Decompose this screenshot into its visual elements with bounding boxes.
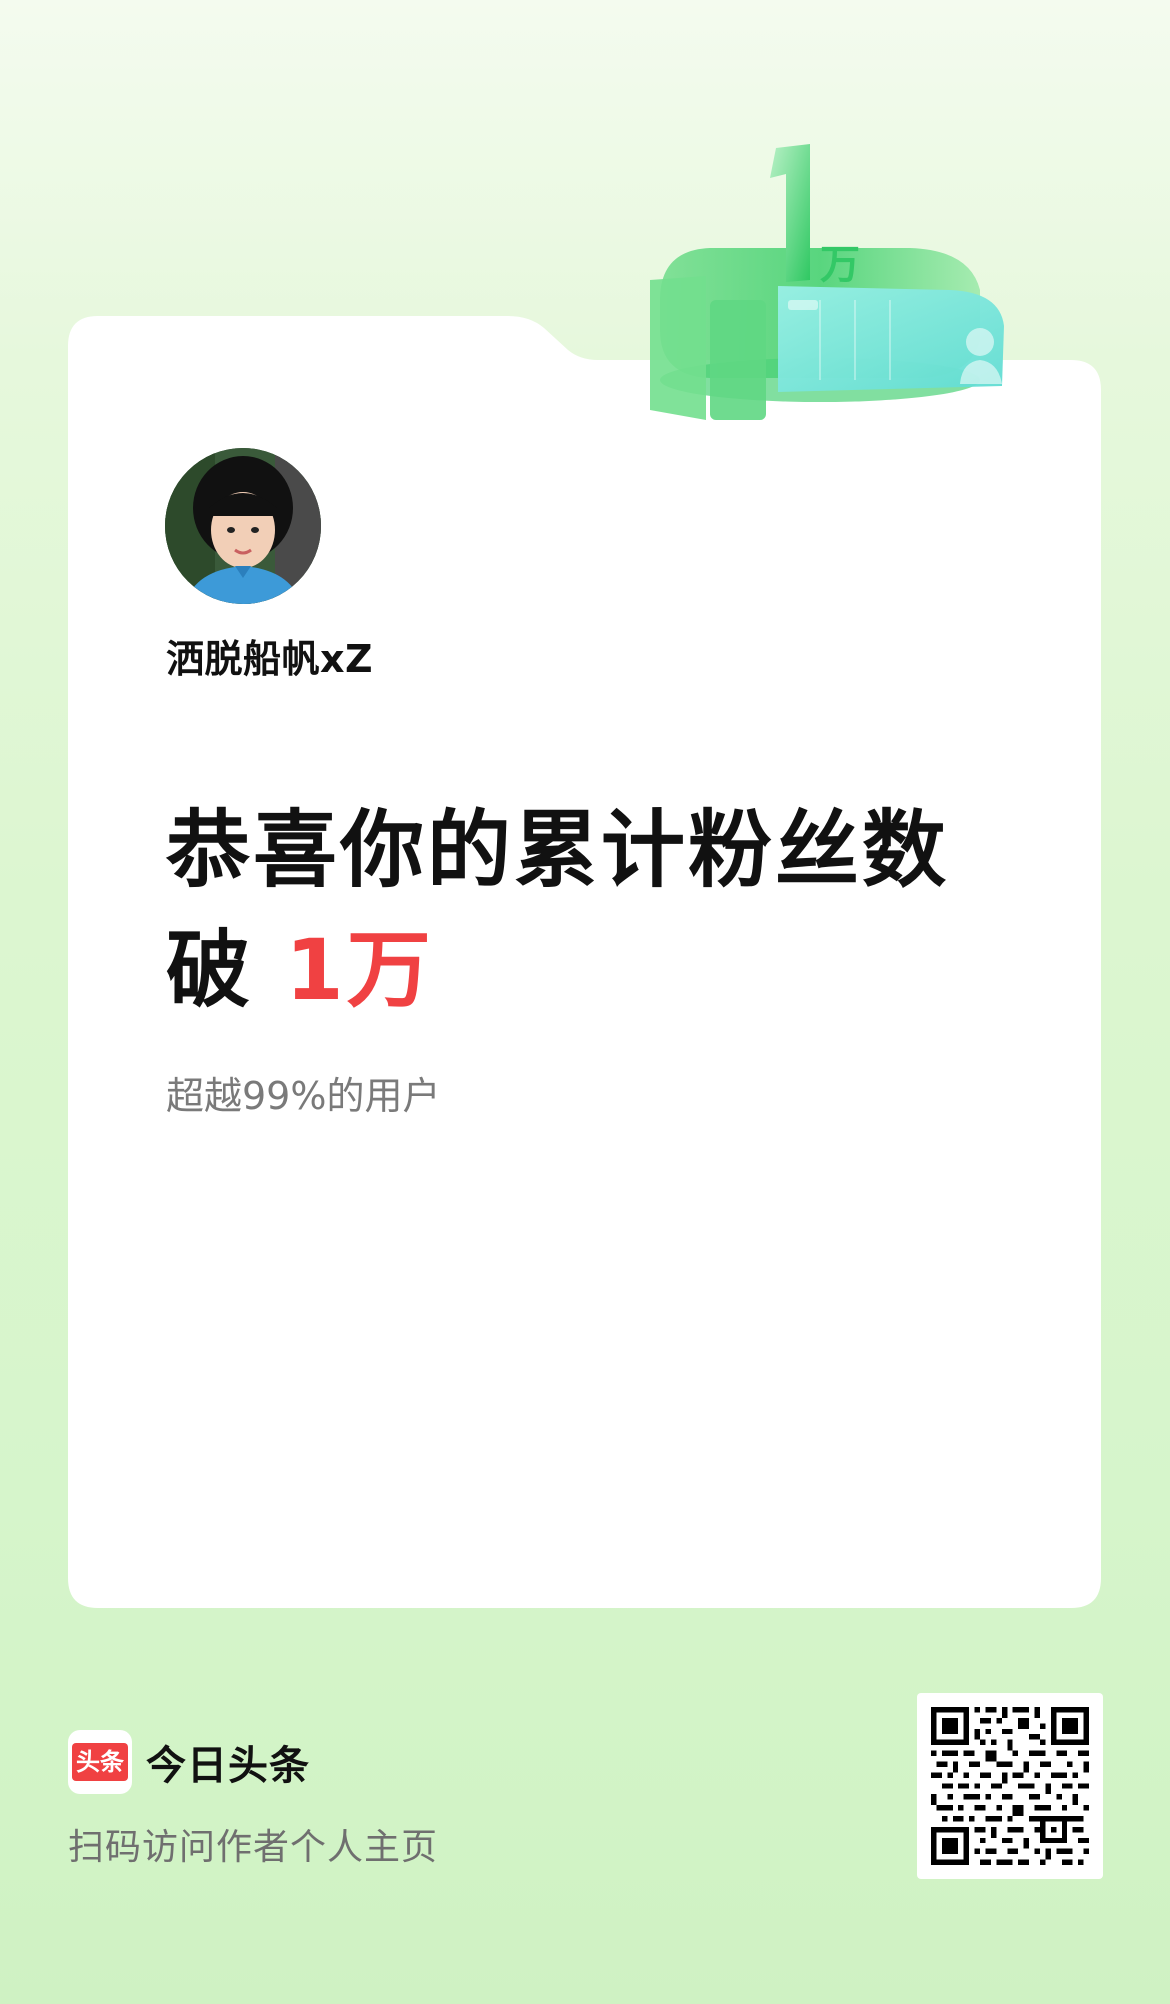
percentile-text: 超越99%的用户 — [166, 1074, 441, 1118]
toutiao-logo-icon: 头条 — [68, 1730, 132, 1794]
brand-name: 今日头条 — [146, 1743, 310, 1789]
headline-prefix: 破 — [166, 921, 286, 1019]
badge-unit: 万 — [820, 242, 860, 288]
username: 洒脱船帆xZ — [166, 637, 374, 681]
brand: 头条 今日头条 — [68, 1730, 310, 1794]
qr-code-icon — [931, 1707, 1089, 1865]
avatar[interactable] — [165, 448, 321, 604]
milestone-headline: 恭喜你的累计粉丝数 破 1万 — [166, 790, 949, 1030]
headline-highlight: 1万 — [285, 921, 434, 1019]
person-icon — [966, 328, 994, 356]
milestone-badge: 万 — [650, 130, 1030, 470]
headline-line-2: 破 1万 — [166, 910, 949, 1030]
headline-line-1: 恭喜你的累计粉丝数 — [166, 801, 950, 899]
brand-logo-text: 头条 — [72, 1743, 128, 1781]
qr-code[interactable] — [917, 1693, 1103, 1879]
scan-hint: 扫码访问作者个人主页 — [68, 1827, 439, 1868]
